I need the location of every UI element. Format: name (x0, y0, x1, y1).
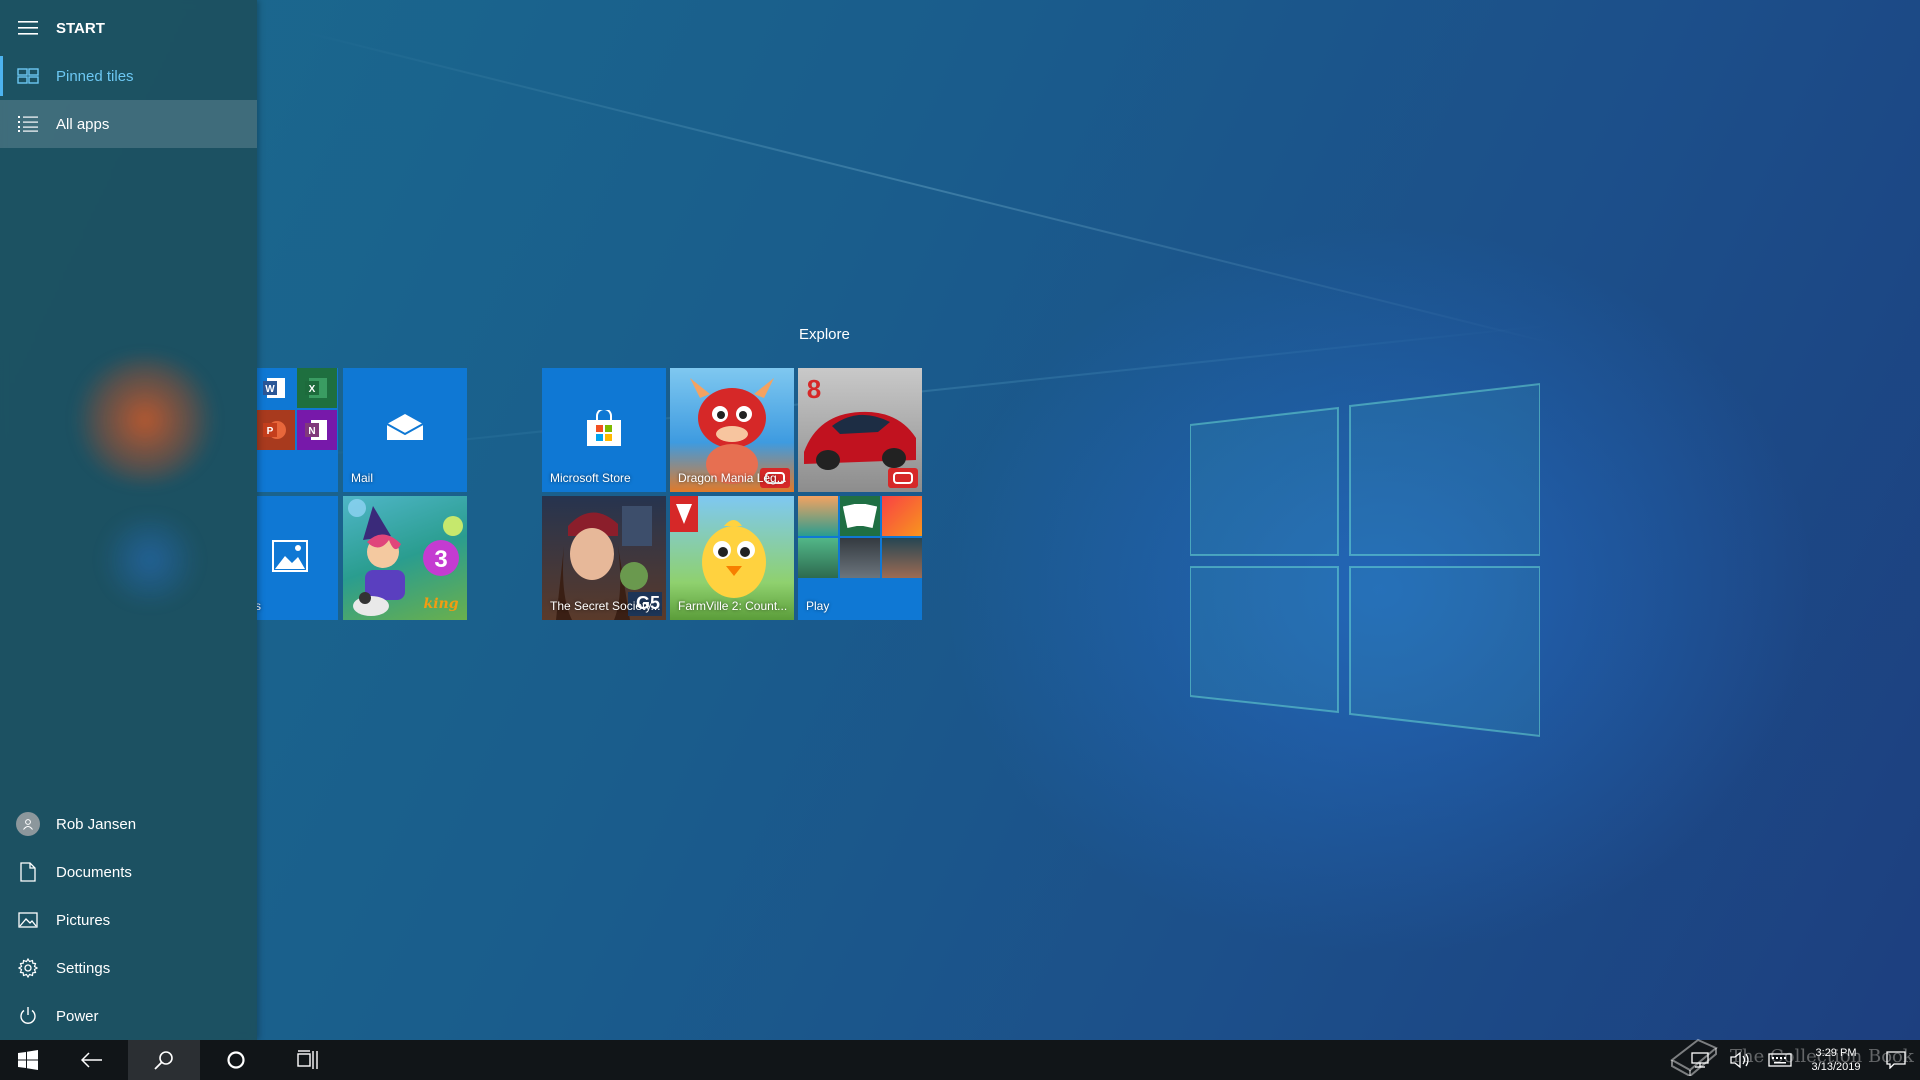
tiles-area: W X P N Mail s 3 king Explore Microsoft … (257, 0, 957, 1040)
pictures-button[interactable]: Pictures (0, 896, 257, 944)
farmville-tile[interactable]: FarmVille 2: Count... (670, 496, 794, 620)
powerpoint-icon: P (257, 410, 295, 450)
windows-logo-wallpaper (1190, 382, 1540, 738)
picture-icon (0, 912, 56, 928)
svg-text:P: P (267, 426, 274, 437)
tile-label: s (257, 599, 261, 613)
search-icon (154, 1051, 173, 1070)
settings-button[interactable]: Settings (0, 944, 257, 992)
play-thumb-racing (840, 538, 880, 578)
mail-icon (386, 414, 424, 440)
watermark-book-logo (1670, 1038, 1718, 1076)
bubble-witch-tile[interactable]: 3 king (343, 496, 467, 620)
nav-label: Documents (56, 863, 132, 881)
photos-tile[interactable]: s (257, 496, 338, 620)
svg-text:3: 3 (434, 546, 447, 573)
watermark-text: The Collection Book (1730, 1046, 1914, 1067)
nav-pinned-tiles[interactable]: Pinned tiles (0, 52, 257, 100)
gear-icon (0, 958, 56, 978)
back-button[interactable] (56, 1040, 128, 1080)
windows-logo-icon (18, 1050, 38, 1070)
g5-logo: G5 (635, 593, 660, 613)
start-menu-header[interactable]: START (0, 4, 257, 52)
power-icon (0, 1006, 56, 1026)
tile-label: FarmVille 2: Count... (678, 599, 788, 613)
nav-label: Pictures (56, 911, 111, 929)
document-icon (0, 862, 56, 882)
svg-text:king: king (424, 596, 459, 612)
start-title: START (56, 19, 105, 37)
tiles-icon (0, 68, 56, 84)
play-thumb-hidden (882, 538, 922, 578)
nav-label: Settings (56, 959, 111, 977)
microsoft-store-tile[interactable]: Microsoft Store (542, 368, 666, 492)
nav-all-apps[interactable]: All apps (0, 100, 257, 148)
taskbar: 3:29 PM 3/13/2019 The Collection Book (0, 1038, 1920, 1080)
nav-label: Power (56, 1007, 99, 1025)
user-name: Rob Jansen (56, 815, 137, 833)
store-bag-icon (587, 410, 621, 446)
office-tile[interactable]: W X P N (257, 368, 338, 492)
hamburger-menu-icon[interactable] (0, 21, 56, 35)
blurred-background-blob (95, 515, 205, 605)
photos-icon (272, 540, 308, 572)
documents-button[interactable]: Documents (0, 848, 257, 896)
task-view-button[interactable] (272, 1040, 344, 1080)
game-art-icon: 3 king (348, 499, 463, 616)
asphalt-tile[interactable]: 8 (798, 368, 922, 492)
secret-society-tile[interactable]: The Secret Society... G5 (542, 496, 666, 620)
avatar (0, 812, 56, 836)
nav-label: All apps (56, 115, 110, 133)
play-thumb-solitaire (840, 496, 880, 536)
nav-label: Pinned tiles (56, 67, 134, 85)
start-menu-sidebar: START Pinned tiles All apps Rob Jansen D… (0, 0, 257, 1040)
user-icon (16, 812, 40, 836)
list-icon (0, 115, 56, 133)
tile-label: Play (806, 599, 830, 613)
play-thumb-candy (882, 496, 922, 536)
power-button[interactable]: Power (0, 992, 257, 1040)
svg-text:X: X (309, 384, 316, 395)
play-thumb-friends (798, 496, 838, 536)
back-arrow-icon (81, 1052, 102, 1068)
cortana-icon (227, 1051, 245, 1069)
mail-tile[interactable]: Mail (343, 368, 467, 492)
game-art-icon: 8 (804, 374, 918, 488)
word-icon: W (257, 368, 295, 408)
user-account-button[interactable]: Rob Jansen (0, 800, 257, 848)
start-button[interactable] (0, 1040, 56, 1080)
excel-icon: X (297, 368, 337, 408)
tile-label: Dragon Mania Leg... (678, 471, 787, 485)
search-button[interactable] (128, 1040, 200, 1080)
onenote-icon: N (297, 410, 337, 450)
tile-label: Mail (351, 471, 374, 485)
cortana-button[interactable] (200, 1040, 272, 1080)
task-view-icon (297, 1050, 318, 1069)
svg-text:W: W (265, 384, 275, 395)
dragon-mania-tile[interactable]: Dragon Mania Leg... (670, 368, 794, 492)
tile-group-title[interactable]: Explore (799, 326, 850, 343)
asphalt-badge: 8 (807, 374, 821, 404)
blurred-background-blob (70, 355, 220, 485)
play-folder-tile[interactable]: Play (798, 496, 922, 620)
tile-label: Microsoft Store (550, 471, 631, 485)
play-thumb-mahjong (798, 538, 838, 578)
svg-text:N: N (308, 426, 315, 437)
